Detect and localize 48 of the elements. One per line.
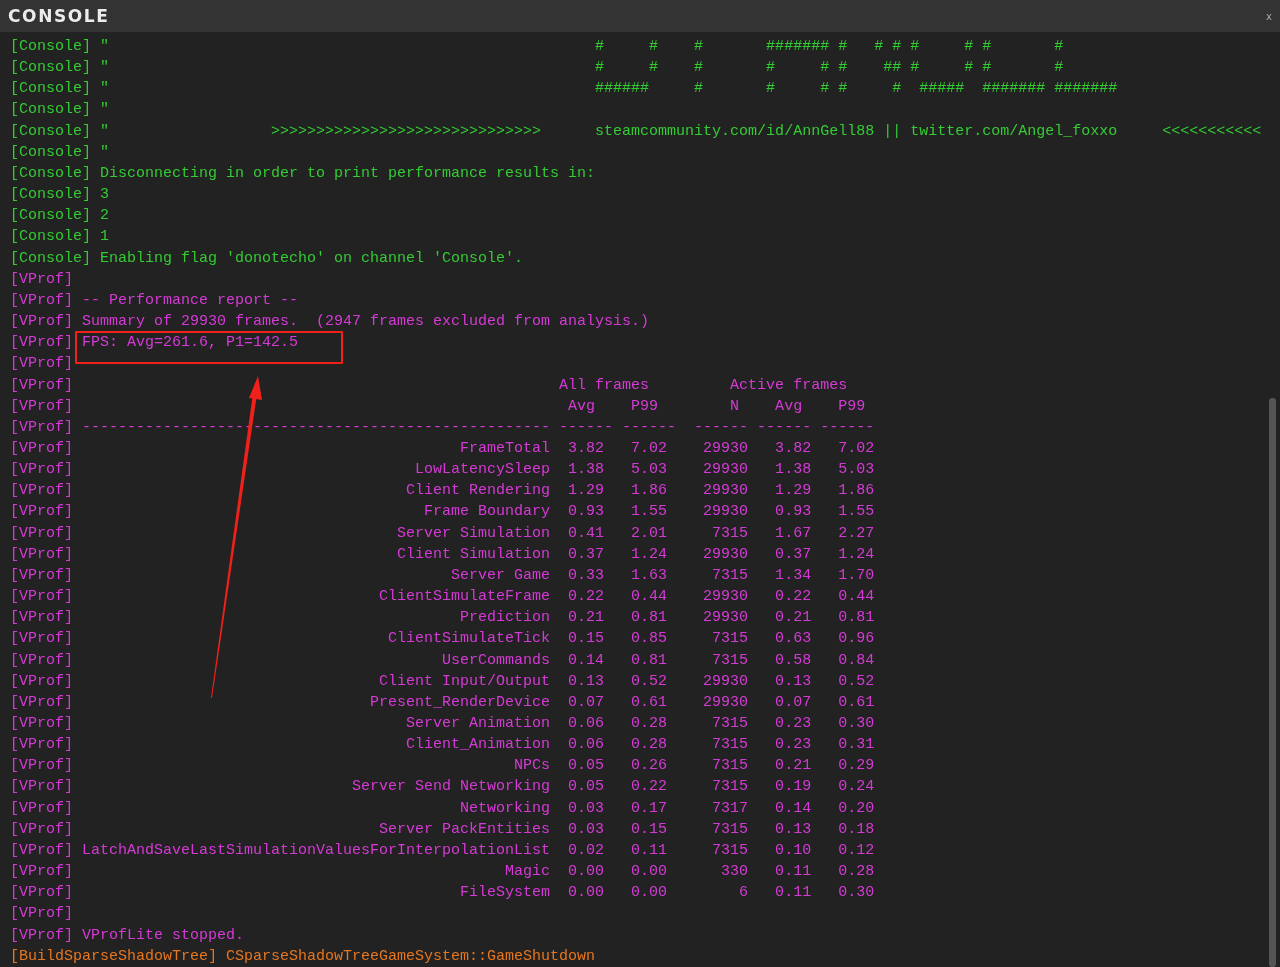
log-line: [VProf] Prediction 0.21 0.81 29930 0.21 0.81: [10, 609, 875, 627]
log-line: [VProf] LowLatencySleep 1.38 5.03 29930 1.38 5.03: [10, 461, 875, 479]
log-line: [Console] Enabling flag 'donotecho' on channel 'Console'.: [10, 249, 524, 267]
log-line: [VProf]: [10, 905, 73, 923]
log-line: [VProf] NPCs 0.05 0.26 7315 0.21 0.29: [10, 757, 875, 775]
log-line: [Console] 1: [10, 228, 110, 246]
log-line: [VProf] ClientSimulateFrame 0.22 0.44 29930 0.22 0.44: [10, 588, 875, 606]
log-line: [Console] " # # # # # # ## # # # #: [10, 59, 1064, 77]
log-line: [VProf] Frame Boundary 0.93 1.55 29930 0.93 1.55: [10, 503, 875, 521]
log-line: [VProf] Server Send Networking 0.05 0.22 7315 0.19 0.24: [10, 778, 875, 796]
log-line: [VProf] Server PackEntities 0.03 0.15 7315 0.13 0.18: [10, 820, 875, 838]
close-button[interactable]: x: [1264, 10, 1274, 22]
log-line: [VProf]: [10, 270, 73, 288]
log-line: [VProf] Magic 0.00 0.00 330 0.11 0.28: [10, 863, 875, 881]
log-line: [Console] 3: [10, 186, 110, 204]
log-line: [VProf] Server Animation 0.06 0.28 7315 0.23 0.30: [10, 715, 875, 732]
log-line: [VProf] Server Game 0.33 1.63 7315 1.34 1.70: [10, 566, 875, 584]
log-line: [VProf] Client Input/Output 0.13 0.52 29930 0.13 0.52: [10, 672, 875, 690]
log-line: [Console] ": [10, 101, 110, 119]
log-line: [VProf] All frames Active frames: [10, 376, 848, 394]
log-line: [VProf] Client Simulation 0.37 1.24 29930 0.37 1.24: [10, 545, 875, 563]
window-title: CONSOLE: [8, 6, 110, 26]
log-line: [VProf] Summary of 29930 frames. (2947 frames excluded from analysis.): [10, 313, 650, 331]
log-line: [VProf] VProfLite stopped.: [10, 926, 245, 944]
log-line: [Console] ": [10, 143, 110, 161]
log-line: [Console] Disconnecting in order to print performance results in:: [10, 164, 596, 182]
log-line: [VProf] ClientSimulateTick 0.15 0.85 7315 0.63 0.96: [10, 630, 875, 648]
log-line: [VProf] Client Rendering 1.29 1.86 29930 1.29 1.86: [10, 482, 875, 500]
log-line: [VProf] ---------------------------------------------------- ------ ------ ------ ------ ------: [10, 418, 875, 436]
log-line: [Console] " >>>>>>>>>>>>>>>>>>>>>>>>>>>>>> steamcommunity.com/id/AnnGell88 || twitter.com/Angel_foxxo <<<<<<<<<<<: [10, 122, 1262, 140]
log-line: [BuildSparseShadowTree] CSparseShadowTreeGameSystem::GameShutdown: [10, 947, 596, 965]
log-line: [VProf]: [10, 355, 73, 373]
log-line: [Console] " # # # ####### # # # # # # #: [10, 38, 1064, 55]
log-line: [Console] " ###### # # # # # ##### ####### #######: [10, 80, 1118, 98]
log-line: [VProf] Networking 0.03 0.17 7317 0.14 0.20: [10, 799, 875, 817]
log-line: [VProf] Present_RenderDevice 0.07 0.61 29930 0.07 0.61: [10, 693, 875, 711]
log-line: [Console] 2: [10, 207, 110, 225]
log-line: [VProf] FrameTotal 3.82 7.02 29930 3.82 7.02: [10, 439, 875, 457]
log-message: FPS: Avg=261.6, P1=142.5: [82, 334, 299, 352]
log-line: [VProf] Avg P99 N Avg P99: [10, 397, 866, 415]
scrollbar-thumb[interactable]: [1269, 398, 1276, 967]
log-line: [VProf] Server Simulation 0.41 2.01 7315 1.67 2.27: [10, 524, 875, 542]
log-line: [VProf] Client_Animation 0.06 0.28 7315 0.23 0.31: [10, 736, 875, 754]
log-line: [VProf] UserCommands 0.14 0.81 7315 0.58 0.84: [10, 651, 875, 669]
log-line: [VProf] -- Performance report --: [10, 291, 299, 309]
log-line: [VProf] FileSystem 0.00 0.00 6 0.11 0.30: [10, 884, 875, 902]
log-line: [VProf] LatchAndSaveLastSimulationValuesForInterpolationList 0.02 0.11 7315 0.10 0.12: [10, 841, 875, 859]
channel-tag: [VProf]: [10, 334, 73, 352]
